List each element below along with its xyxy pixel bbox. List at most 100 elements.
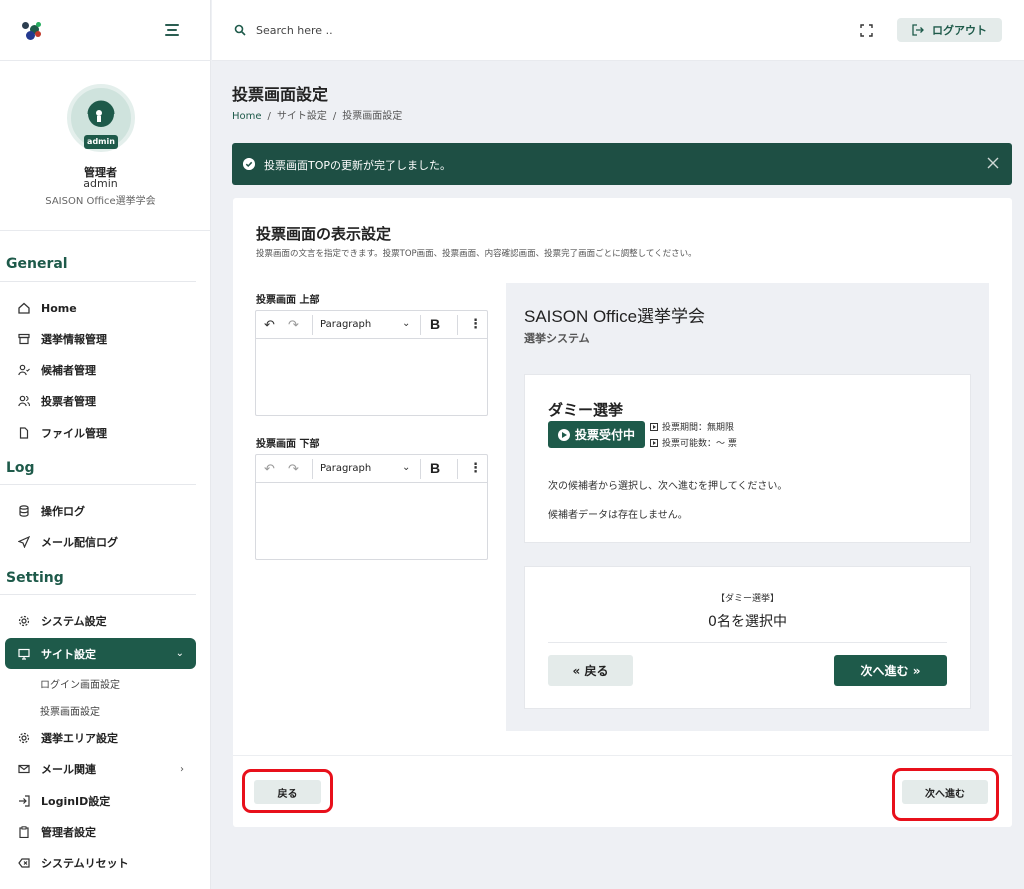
sidebar-item-label: 操作ログ xyxy=(41,505,85,518)
status-label: 投票受付中 xyxy=(574,428,635,442)
preview-title: SAISON Office選挙学会 xyxy=(524,307,706,326)
sidebar-item-election-info[interactable]: 選挙情報管理 xyxy=(5,325,196,353)
home-icon xyxy=(17,301,31,315)
chevron-down-icon[interactable]: ⌄ xyxy=(402,318,410,329)
sidebar-subitem-login-screen[interactable]: ログイン画面設定 xyxy=(40,676,120,691)
logout-icon xyxy=(912,24,924,36)
sidebar-item-label: 投票者管理 xyxy=(41,395,96,408)
sidebar-item-label: Home xyxy=(41,301,77,315)
breadcrumb: Home / サイト設定 / 投票画面設定 xyxy=(232,111,403,122)
redo-icon[interactable]: ↷ xyxy=(288,318,299,333)
sidebar-item-label: 選挙情報管理 xyxy=(41,333,107,346)
users-icon xyxy=(17,394,31,408)
chevron-down-icon: ⌄ xyxy=(175,648,184,659)
sidebar-item-voters[interactable]: 投票者管理 xyxy=(5,387,196,415)
search-icon[interactable] xyxy=(234,24,246,36)
sidebar-item-site-settings[interactable]: サイト設定 ⌄ xyxy=(5,638,196,669)
breadcrumb-home[interactable]: Home xyxy=(232,111,262,122)
database-icon xyxy=(17,504,31,518)
sidebar-subitem-voting-screen[interactable]: 投票画面設定 xyxy=(40,703,100,718)
votable-count: 投票可能数：～ 票 xyxy=(650,436,737,449)
no-candidates-text: 候補者データは存在しません。 xyxy=(548,510,688,521)
sidebar-item-loginid[interactable]: LoginID設定 xyxy=(5,787,196,815)
mail-icon xyxy=(17,762,31,776)
support-agent-icon xyxy=(87,100,115,127)
highlight-box xyxy=(242,769,333,813)
divider xyxy=(0,484,196,485)
section-general: General xyxy=(6,256,68,272)
preview-subtitle: 選挙システム xyxy=(524,332,590,345)
play-square-icon xyxy=(650,438,658,447)
editor-top-label: 投票画面 上部 xyxy=(256,295,320,306)
chevron-down-icon[interactable]: ⌄ xyxy=(402,462,410,473)
check-circle-icon xyxy=(243,158,255,170)
election-name: ダミー選挙 xyxy=(548,401,624,419)
sidebar-item-label: システムリセット xyxy=(41,857,129,870)
divider xyxy=(0,594,196,595)
user-check-icon xyxy=(17,363,31,377)
logout-button[interactable]: ログアウト xyxy=(897,18,1002,42)
sidebar-item-system-settings[interactable]: システム設定 xyxy=(5,607,196,635)
clipboard-icon xyxy=(17,825,31,839)
selection-count: 0名を選択中 xyxy=(708,614,787,630)
bold-button[interactable]: B xyxy=(430,316,440,332)
redo-icon[interactable]: ↷ xyxy=(288,462,299,477)
sidebar-item-system-reset[interactable]: システムリセット xyxy=(5,849,196,877)
play-icon xyxy=(557,428,570,441)
voting-period-text: 投票期間：無期限 xyxy=(662,423,735,433)
menu-toggle-icon[interactable] xyxy=(165,24,179,36)
sidebar-item-home[interactable]: Home xyxy=(5,294,196,322)
sidebar-item-label: 選挙エリア設定 xyxy=(41,732,118,745)
user-id: admin xyxy=(83,177,118,190)
archive-icon xyxy=(17,332,31,346)
file-icon xyxy=(17,426,31,440)
gear-icon xyxy=(17,731,31,745)
editor-toolbar: ↶ ↷ Paragraph ⌄ B ⋮ xyxy=(256,311,487,339)
selection-election: 【ダミー選挙】 xyxy=(715,594,779,604)
sidebar-item-label: ファイル管理 xyxy=(41,427,107,440)
section-log: Log xyxy=(6,460,35,476)
card-title: 投票画面の表示設定 xyxy=(256,225,392,243)
more-options-icon[interactable]: ⋮ xyxy=(469,461,482,476)
monitor-icon xyxy=(17,647,31,661)
more-options-icon[interactable]: ⋮ xyxy=(469,317,482,332)
highlight-box xyxy=(892,768,999,821)
editor-top[interactable]: ↶ ↷ Paragraph ⌄ B ⋮ xyxy=(255,310,488,416)
fullscreen-icon[interactable] xyxy=(860,24,873,37)
preview-next-button[interactable]: 次へ進む » xyxy=(834,655,947,686)
page-title: 投票画面設定 xyxy=(232,85,329,104)
instruction-text: 次の候補者から選択し、次へ進むを押してください。 xyxy=(548,481,788,492)
sidebar-item-label: サイト設定 xyxy=(41,647,96,661)
sidebar-item-files[interactable]: ファイル管理 xyxy=(5,419,196,447)
sidebar-item-operation-log[interactable]: 操作ログ xyxy=(5,497,196,525)
divider xyxy=(233,755,1012,756)
logo-row xyxy=(0,0,211,61)
breadcrumb-current: 投票画面設定 xyxy=(342,111,403,122)
divider xyxy=(0,281,196,282)
undo-icon[interactable]: ↶ xyxy=(264,318,275,333)
sidebar-item-admin[interactable]: 管理者設定 xyxy=(5,818,196,846)
success-alert: 投票画面TOPの更新が完了しました。 xyxy=(232,143,1012,185)
selection-card xyxy=(524,566,971,709)
sidebar-item-label: LoginID設定 xyxy=(41,795,111,808)
editor-bottom-label: 投票画面 下部 xyxy=(256,439,320,450)
section-setting: Setting xyxy=(6,570,64,586)
role-badge: admin xyxy=(84,135,118,149)
close-icon[interactable] xyxy=(986,156,1000,170)
search-input[interactable] xyxy=(256,20,556,40)
preview-back-button[interactable]: « 戻る xyxy=(548,655,633,686)
paragraph-select[interactable]: Paragraph xyxy=(320,319,371,330)
app-logo[interactable] xyxy=(22,22,44,42)
undo-icon[interactable]: ↶ xyxy=(264,462,275,477)
bold-button[interactable]: B xyxy=(430,460,440,476)
alert-message: 投票画面TOPの更新が完了しました。 xyxy=(264,159,452,172)
sidebar-item-mail[interactable]: メール関連 › xyxy=(5,755,196,783)
sidebar-item-candidates[interactable]: 候補者管理 xyxy=(5,356,196,384)
login-icon xyxy=(17,794,31,808)
sidebar-item-mail-log[interactable]: メール配信ログ xyxy=(5,528,196,556)
breadcrumb-item[interactable]: サイト設定 xyxy=(277,111,327,122)
user-org: SAISON Office選挙学会 xyxy=(45,196,156,207)
editor-bottom[interactable]: ↶ ↷ Paragraph ⌄ B ⋮ xyxy=(255,454,488,560)
paragraph-select[interactable]: Paragraph xyxy=(320,463,371,474)
sidebar-item-election-area[interactable]: 選挙エリア設定 xyxy=(5,724,196,752)
